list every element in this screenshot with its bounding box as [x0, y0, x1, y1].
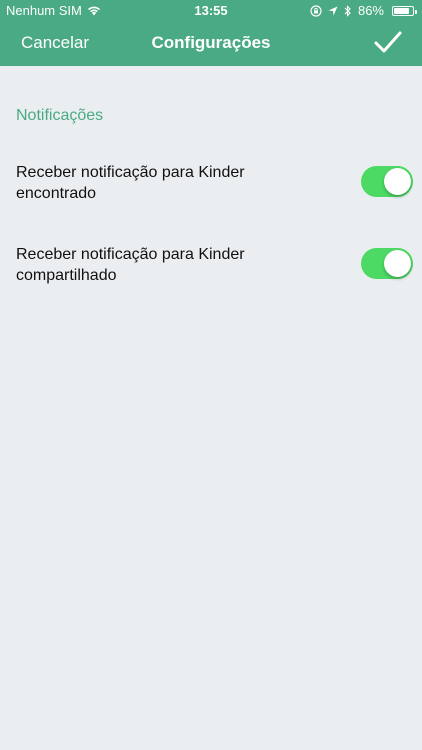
found-notification-toggle[interactable]: [361, 166, 413, 197]
setting-row-found: Receber notificação para Kinder encontra…: [0, 162, 422, 222]
battery-icon: [392, 5, 417, 16]
page-title: Configurações: [151, 33, 271, 52]
setting-label: Receber notificação para Kinder comparti…: [16, 246, 245, 284]
bluetooth-icon: [344, 4, 351, 17]
toggle-knob: [384, 168, 411, 195]
battery-cap: [415, 9, 417, 14]
shared-notification-toggle[interactable]: [361, 248, 413, 279]
section-title-notifications: Notificações: [16, 107, 104, 124]
status-bar: Nenhum SIM 13:55 86%: [0, 0, 422, 22]
toggle-knob: [384, 250, 411, 277]
navigation-bar: Cancelar Configurações: [0, 22, 422, 66]
status-right: 86%: [310, 3, 417, 18]
setting-label: Receber notificação para Kinder encontra…: [16, 164, 245, 202]
battery-fill: [394, 7, 409, 14]
checkmark-icon[interactable]: [374, 30, 402, 56]
battery-percent: 86%: [357, 3, 384, 18]
rotation-lock-icon: [310, 4, 322, 17]
header: Nenhum SIM 13:55 86% Cancelar Configuraç…: [0, 0, 422, 66]
setting-row-shared: Receber notificação para Kinder comparti…: [0, 244, 422, 304]
location-icon: [328, 6, 338, 15]
